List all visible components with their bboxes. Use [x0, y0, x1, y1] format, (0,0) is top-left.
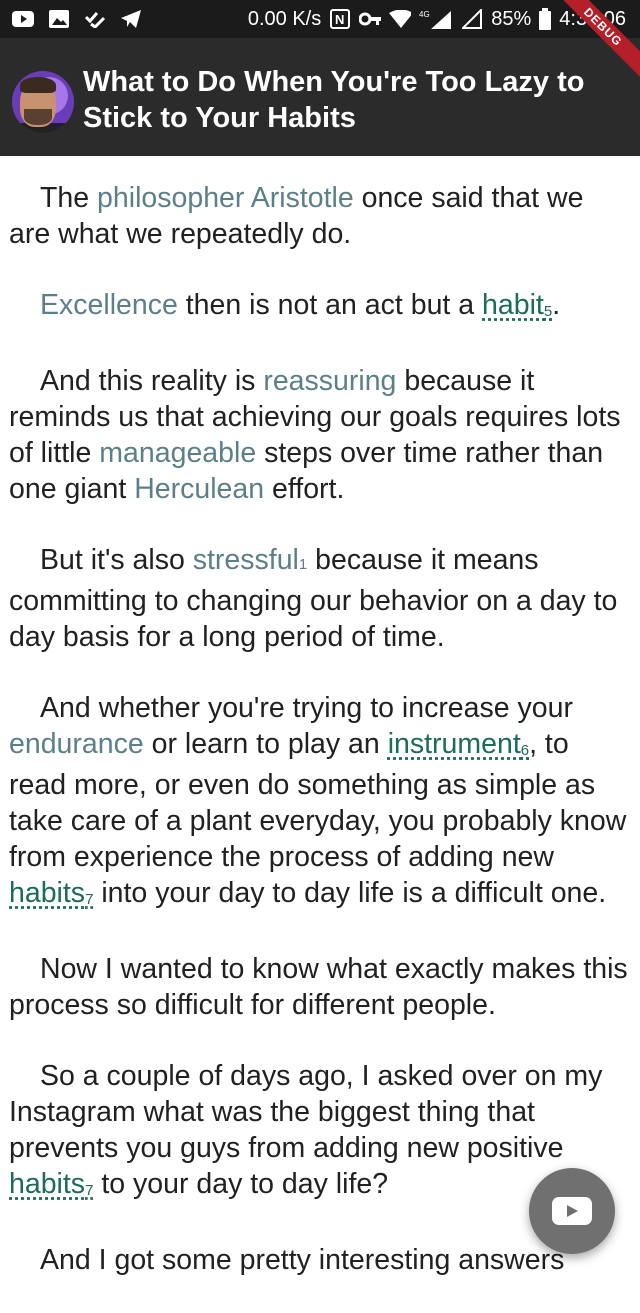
youtube-icon — [552, 1197, 592, 1225]
paragraph: Excellence then is not an act but a habi… — [40, 289, 561, 321]
battery-icon — [539, 8, 552, 30]
footnote-link[interactable]: habit5 — [482, 289, 552, 321]
avatar[interactable] — [12, 71, 74, 133]
signal-empty-icon — [461, 8, 483, 30]
footnote-link[interactable]: instrument6 — [388, 728, 529, 760]
signal-icon: 4G — [419, 8, 453, 30]
paragraph: Now I wanted to know what exactly makes … — [9, 953, 628, 1021]
nfc-icon: N — [329, 8, 351, 30]
paragraph: But it's also stressful1 because it mean… — [9, 544, 618, 653]
vpn-key-icon — [359, 8, 382, 30]
article-body: The philosopher Aristotle once said that… — [9, 180, 631, 1313]
footnote-link[interactable]: habits7 — [9, 877, 93, 909]
keyword-link[interactable]: endurance — [9, 728, 144, 760]
youtube-fab-button[interactable] — [529, 1168, 615, 1254]
app-bar: What to Do When You're Too Lazy to Stick… — [0, 38, 640, 156]
keyword-link[interactable]: stressful1 — [193, 544, 307, 576]
battery-percent: 85% — [491, 7, 532, 30]
keyword-link[interactable]: Herculean — [134, 473, 264, 505]
checklist-icon — [84, 8, 106, 30]
image-icon — [48, 8, 70, 30]
network-type-label: 4G — [419, 10, 430, 19]
svg-text:N: N — [335, 12, 344, 27]
paragraph: The philosopher Aristotle once said that… — [9, 182, 584, 250]
notification-icons — [0, 8, 142, 30]
keyword-link[interactable]: philosopher Aristotle — [97, 182, 354, 214]
network-speed: 0.00 K/s — [247, 7, 322, 30]
page-title: What to Do When You're Too Lazy to Stick… — [83, 66, 585, 134]
keyword-link[interactable]: manageable — [99, 437, 256, 469]
keyword-link[interactable]: reassuring — [263, 365, 396, 397]
telegram-icon — [120, 8, 142, 30]
keyword-link[interactable]: Excellence — [40, 289, 178, 321]
youtube-icon — [12, 8, 34, 30]
paragraph: And I got some pretty interesting answer… — [40, 1244, 565, 1276]
status-bar: 0.00 K/s N 4G 85% 4:30:06 — [0, 0, 640, 38]
wifi-icon — [389, 8, 412, 30]
paragraph: And whether you're trying to increase yo… — [9, 692, 627, 909]
paragraph: And this reality is reassuring because i… — [9, 365, 621, 505]
footnote-link[interactable]: habits7 — [9, 1168, 93, 1200]
